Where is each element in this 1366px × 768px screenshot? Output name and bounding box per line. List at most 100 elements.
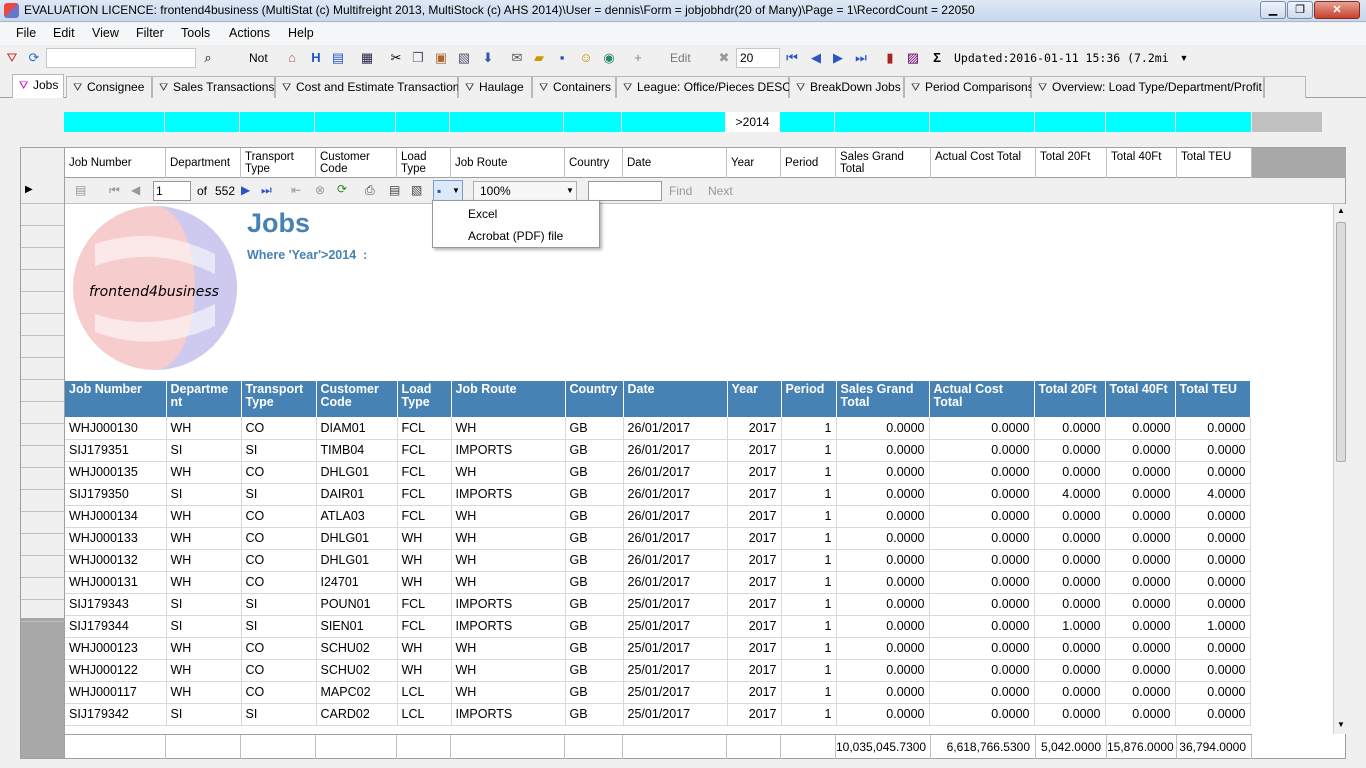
col-customer-code[interactable]: Customer Code xyxy=(316,148,397,178)
row-header-cell[interactable] xyxy=(21,314,64,336)
toggle-tree-icon[interactable]: ▤ xyxy=(75,183,86,197)
find-input[interactable] xyxy=(588,181,662,201)
filter-cell-job-number[interactable] xyxy=(64,112,165,132)
first-record-icon[interactable]: ⏮ xyxy=(784,50,800,66)
filter-clear-icon[interactable]: ⛛ xyxy=(4,50,20,66)
row-header-cell[interactable] xyxy=(21,226,64,248)
row-header-cell[interactable] xyxy=(21,446,64,468)
chart-icon[interactable]: ▮ xyxy=(882,50,898,66)
print-preview-icon[interactable]: ▨ xyxy=(905,50,921,66)
find-button[interactable]: Find xyxy=(669,184,692,198)
row-header-cell[interactable] xyxy=(21,204,64,226)
filter-cell-date[interactable] xyxy=(622,112,726,132)
filter-cell-job-route[interactable] xyxy=(450,112,564,132)
col-transport-type[interactable]: Transport Type xyxy=(241,148,316,178)
filter-cell-period[interactable] xyxy=(780,112,835,132)
stamp-icon[interactable]: ⬇ xyxy=(480,50,496,66)
zoom-select[interactable]: 100% ▼ xyxy=(473,181,577,201)
current-row-indicator[interactable]: ▶ xyxy=(21,178,64,204)
filter-cell-year[interactable]: >2014 xyxy=(726,112,780,132)
row-header-cell[interactable] xyxy=(21,270,64,292)
col-total-teu[interactable]: Total TEU xyxy=(1177,148,1252,178)
filter-cell-department[interactable] xyxy=(165,112,240,132)
last-page-icon[interactable]: ⏭ xyxy=(261,183,272,198)
row-header-cell[interactable] xyxy=(21,292,64,314)
back-icon[interactable]: ⇤ xyxy=(291,183,301,197)
tab-cost-and-estimate-transactions[interactable]: ⛛ Cost and Estimate Transactions xyxy=(275,76,465,98)
filter-cell-country[interactable] xyxy=(564,112,622,132)
col-actual-cost-total[interactable]: Actual Cost Total xyxy=(931,148,1036,178)
book-icon[interactable]: ▤ xyxy=(330,50,346,66)
row-header-cell[interactable] xyxy=(21,534,64,556)
page-setup-icon[interactable]: ▧ xyxy=(411,183,422,197)
filter-cell-actual-cost-total[interactable] xyxy=(930,112,1035,132)
print-icon[interactable]: ⎙ xyxy=(365,183,375,198)
col-job-route[interactable]: Job Route xyxy=(451,148,565,178)
tab-overview-load-type[interactable]: ⛛ Overview: Load Type/Department/Profit..… xyxy=(1031,76,1264,98)
row-header-cell[interactable] xyxy=(21,248,64,270)
row-header-cell[interactable] xyxy=(21,402,64,424)
mail-icon[interactable]: ✉ xyxy=(509,50,525,66)
row-header-cell[interactable] xyxy=(21,490,64,512)
search-input[interactable] xyxy=(46,48,196,68)
tab-breakdown-jobs[interactable]: ⛛ BreakDown Jobs xyxy=(789,76,904,98)
not-button[interactable]: Not xyxy=(249,51,268,65)
export-button[interactable]: ▪ ▼ xyxy=(433,180,463,202)
report-scrollbar[interactable]: ▲ ▼ xyxy=(1333,204,1347,734)
row-header-cell[interactable] xyxy=(21,424,64,446)
menu-filter[interactable]: Filter xyxy=(136,26,164,40)
clipboard-icon[interactable]: ▧ xyxy=(456,50,472,66)
row-header-cell[interactable] xyxy=(21,578,64,600)
chevron-down-icon[interactable]: ▼ xyxy=(1176,50,1192,66)
minimize-button[interactable]: ▁ xyxy=(1260,1,1286,19)
sum-icon[interactable]: Σ xyxy=(929,50,945,66)
col-country[interactable]: Country xyxy=(565,148,623,178)
col-year[interactable]: Year xyxy=(727,148,781,178)
previous-record-icon[interactable]: ◀ xyxy=(808,50,824,66)
copy-icon[interactable]: ❐ xyxy=(410,50,426,66)
delete-icon[interactable]: ✖ xyxy=(716,50,732,66)
next-button[interactable]: Next xyxy=(708,184,733,198)
tab-blank[interactable] xyxy=(1264,76,1306,98)
row-header-cell[interactable] xyxy=(21,336,64,358)
first-page-icon[interactable]: ⏮ xyxy=(109,183,120,198)
row-header-cell[interactable] xyxy=(21,358,64,380)
save-icon[interactable]: ▪ xyxy=(554,50,570,66)
row-header-cell[interactable] xyxy=(21,512,64,534)
maximize-button[interactable]: ❐ xyxy=(1287,1,1313,19)
record-count-field[interactable]: 20 xyxy=(736,48,780,68)
row-header-cell[interactable] xyxy=(21,468,64,490)
next-page-icon[interactable]: ▶ xyxy=(241,183,250,197)
col-total-40ft[interactable]: Total 40Ft xyxy=(1107,148,1177,178)
last-record-icon[interactable]: ⏭ xyxy=(853,50,869,66)
col-date[interactable]: Date xyxy=(623,148,727,178)
tab-jobs[interactable]: ⛛ Jobs xyxy=(12,74,64,98)
stop-icon[interactable]: ⊗ xyxy=(315,183,325,197)
search-icon[interactable]: ⌕ xyxy=(200,50,216,66)
menu-tools[interactable]: Tools xyxy=(181,26,210,40)
tab-consignee[interactable]: ⛛ Consignee xyxy=(66,76,152,98)
filter-cell-total-teu[interactable] xyxy=(1176,112,1252,132)
globe-icon[interactable]: ◉ xyxy=(601,50,617,66)
paste-icon[interactable]: ▣ xyxy=(433,50,449,66)
col-total-20ft[interactable]: Total 20Ft xyxy=(1036,148,1107,178)
export-pdf-item[interactable]: Acrobat (PDF) file xyxy=(468,229,563,243)
refresh-icon[interactable]: ⟳ xyxy=(26,50,42,66)
filter-cell-transport-type[interactable] xyxy=(240,112,315,132)
col-load-type[interactable]: Load Type xyxy=(397,148,451,178)
col-sales-grand-total[interactable]: Sales Grand Total xyxy=(836,148,931,178)
edit-button[interactable]: Edit xyxy=(670,51,691,65)
previous-page-icon[interactable]: ◀ xyxy=(131,183,140,197)
menu-view[interactable]: View xyxy=(92,26,119,40)
scroll-thumb[interactable] xyxy=(1336,222,1346,462)
col-department[interactable]: Department xyxy=(166,148,241,178)
col-period[interactable]: Period xyxy=(781,148,836,178)
print-layout-icon[interactable]: ▤ xyxy=(389,183,400,197)
cut-icon[interactable]: ✂ xyxy=(388,50,404,66)
home-icon[interactable]: ⌂ xyxy=(284,50,300,66)
filter-cell-total-20ft[interactable] xyxy=(1035,112,1106,132)
filter-cell-load-type[interactable] xyxy=(396,112,450,132)
smiley-icon[interactable]: ☺ xyxy=(578,50,594,66)
menu-actions[interactable]: Actions xyxy=(229,26,270,40)
scroll-up-icon[interactable]: ▲ xyxy=(1337,206,1345,215)
